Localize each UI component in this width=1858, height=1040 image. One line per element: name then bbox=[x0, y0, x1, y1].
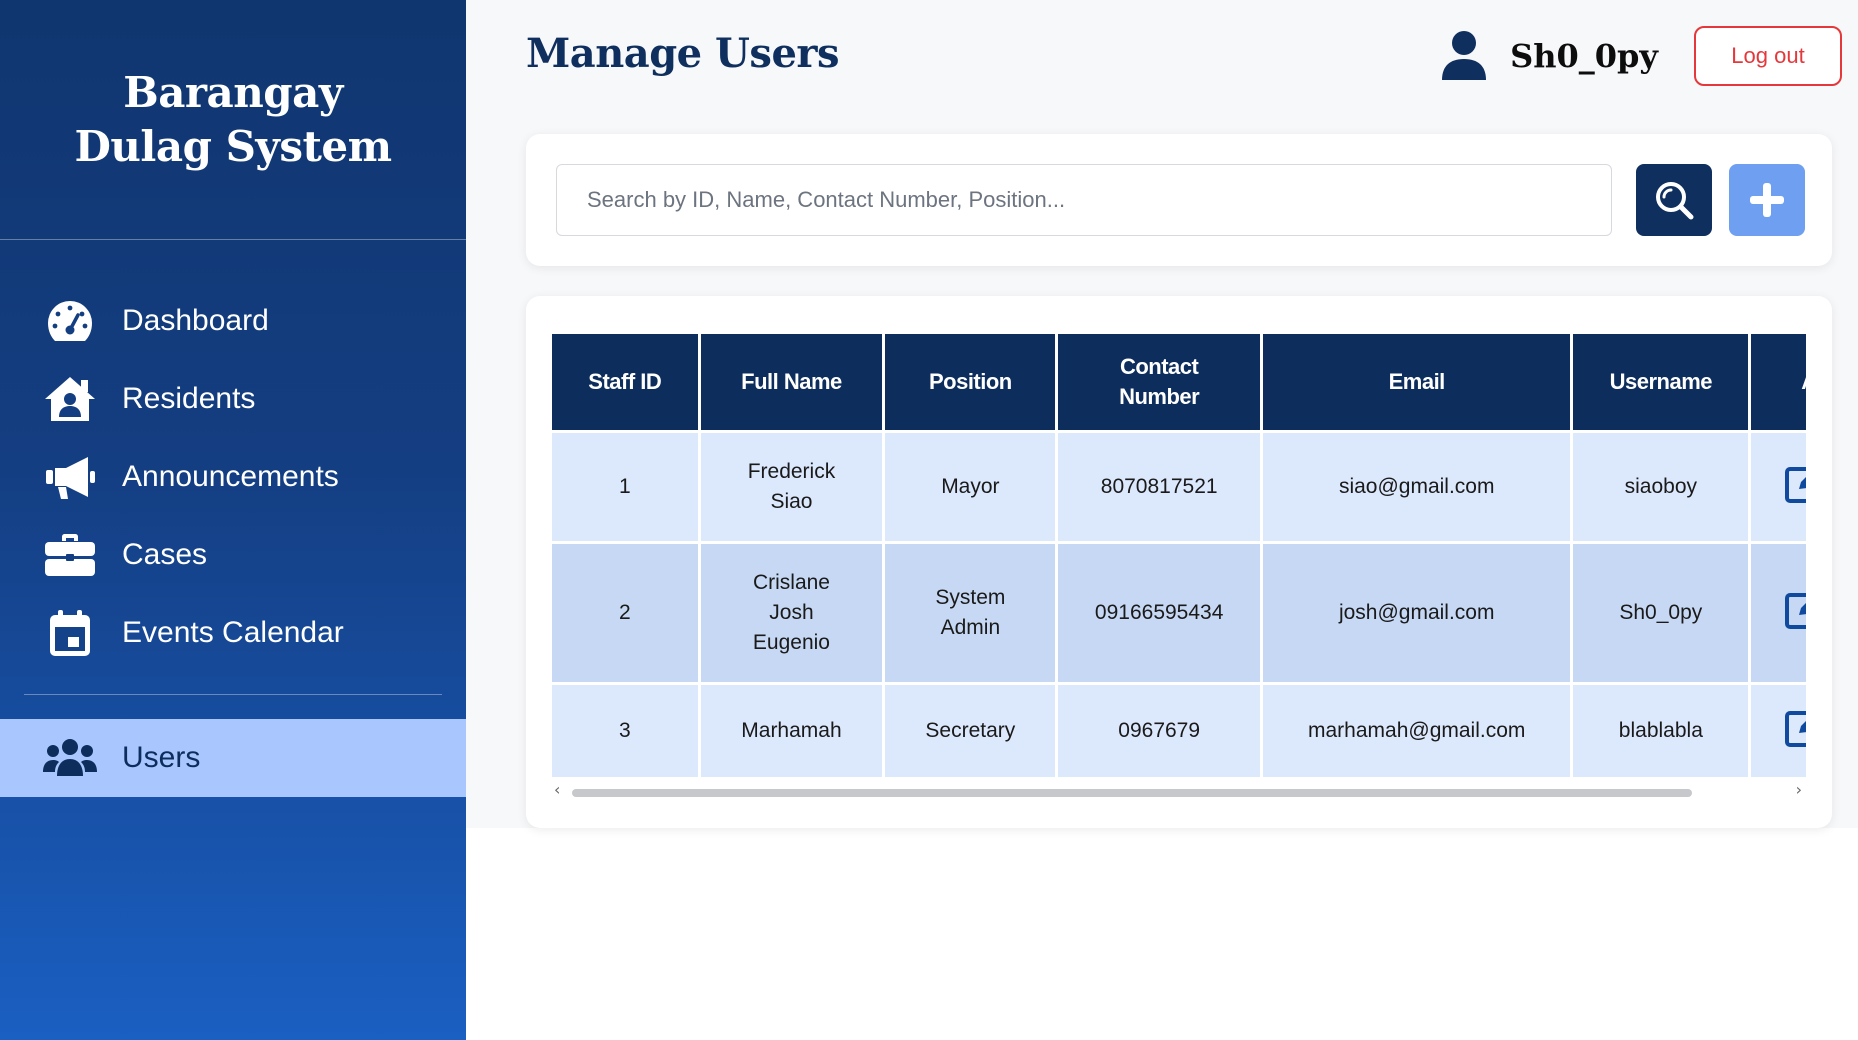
sidebar-item-announcements[interactable]: Announcements bbox=[0, 438, 466, 516]
sidebar-item-label: Cases bbox=[122, 538, 208, 571]
sidebar-item-events-calendar[interactable]: Events Calendar bbox=[0, 594, 466, 672]
column-header-position[interactable]: Position bbox=[885, 334, 1056, 430]
cell-full-name: Marhamah bbox=[700, 685, 883, 777]
table-row: 2 Crislane Josh Eugenio System Admin 091… bbox=[552, 544, 1806, 682]
cell-username: blablabla bbox=[1573, 685, 1749, 777]
column-header-staff-id[interactable]: Staff ID bbox=[552, 334, 698, 430]
add-user-button[interactable] bbox=[1729, 164, 1805, 236]
house-user-icon bbox=[42, 371, 98, 427]
briefcase-icon bbox=[42, 527, 98, 583]
sidebar: Barangay Dulag System Dashboard Resident… bbox=[0, 0, 466, 1040]
scroll-left-arrow-icon[interactable]: ‹ bbox=[554, 780, 560, 799]
edit-icon[interactable] bbox=[1785, 463, 1806, 503]
edit-icon[interactable] bbox=[1785, 589, 1806, 629]
cell-staff-id: 1 bbox=[552, 433, 698, 541]
sidebar-item-label: Residents bbox=[122, 382, 256, 415]
cell-email: josh@gmail.com bbox=[1262, 544, 1571, 682]
table-row: 3 Marhamah Secretary 0967679 marhamah@gm… bbox=[552, 685, 1806, 777]
cell-actions bbox=[1751, 433, 1806, 541]
sidebar-item-label: Users bbox=[122, 741, 201, 774]
search-input[interactable] bbox=[556, 164, 1612, 236]
page-title: Manage Users bbox=[526, 30, 839, 77]
cell-username: Sh0_0py bbox=[1573, 544, 1749, 682]
sidebar-item-label: Events Calendar bbox=[122, 616, 344, 649]
users-icon bbox=[42, 730, 98, 786]
sidebar-item-label: Dashboard bbox=[122, 304, 269, 337]
plus-icon bbox=[1750, 183, 1784, 217]
user-icon bbox=[1440, 30, 1488, 82]
column-header-email[interactable]: Email bbox=[1262, 334, 1571, 430]
edit-icon[interactable] bbox=[1785, 707, 1806, 747]
logout-button[interactable]: Log out bbox=[1694, 26, 1842, 86]
cell-actions bbox=[1751, 544, 1806, 682]
users-table-card: Staff ID Full Name Position Contact Numb… bbox=[526, 296, 1832, 828]
gauge-icon bbox=[42, 293, 98, 349]
search-icon bbox=[1656, 182, 1694, 220]
brand-title: Barangay Dulag System bbox=[74, 67, 392, 171]
cell-staff-id: 3 bbox=[552, 685, 698, 777]
cell-position: Secretary bbox=[885, 685, 1056, 777]
sidebar-item-residents[interactable]: Residents bbox=[0, 360, 466, 438]
column-header-full-name[interactable]: Full Name bbox=[700, 334, 883, 430]
sidebar-item-users[interactable]: Users bbox=[0, 719, 466, 797]
nav-divider bbox=[24, 694, 442, 695]
cell-position: Mayor bbox=[885, 433, 1056, 541]
column-header-username[interactable]: Username bbox=[1573, 334, 1749, 430]
cell-staff-id: 2 bbox=[552, 544, 698, 682]
scroll-right-arrow-icon[interactable]: › bbox=[1796, 780, 1802, 799]
table-header-row: Staff ID Full Name Position Contact Numb… bbox=[552, 334, 1806, 430]
brand: Barangay Dulag System bbox=[0, 0, 466, 240]
horizontal-scrollbar[interactable]: ‹ › bbox=[552, 780, 1806, 800]
table-row: 1 Frederick Siao Mayor 8070817521 siao@g… bbox=[552, 433, 1806, 541]
users-table: Staff ID Full Name Position Contact Numb… bbox=[552, 334, 1806, 778]
scrollbar-thumb[interactable] bbox=[572, 789, 1692, 797]
cell-actions bbox=[1751, 685, 1806, 777]
cell-contact-number: 09166595434 bbox=[1058, 544, 1260, 682]
column-header-contact-number[interactable]: Contact Number bbox=[1058, 334, 1260, 430]
main-content: Manage Users Sh0_0py Log out Search by I… bbox=[466, 0, 1858, 828]
megaphone-icon bbox=[42, 449, 98, 505]
cell-contact-number: 8070817521 bbox=[1058, 433, 1260, 541]
sidebar-item-cases[interactable]: Cases bbox=[0, 516, 466, 594]
user-area: Sh0_0py Log out bbox=[1440, 26, 1842, 86]
cell-full-name: Frederick Siao bbox=[700, 433, 883, 541]
cell-contact-number: 0967679 bbox=[1058, 685, 1260, 777]
cell-username: siaoboy bbox=[1573, 433, 1749, 541]
cell-full-name: Crislane Josh Eugenio bbox=[700, 544, 883, 682]
sidebar-item-label: Announcements bbox=[122, 460, 339, 493]
column-header-actions[interactable]: Actions bbox=[1751, 334, 1806, 430]
table-scroll-area[interactable]: Staff ID Full Name Position Contact Numb… bbox=[552, 334, 1806, 778]
cell-email: marhamah@gmail.com bbox=[1262, 685, 1571, 777]
cell-position: System Admin bbox=[885, 544, 1056, 682]
calendar-icon bbox=[42, 605, 98, 661]
sidebar-nav: Dashboard Residents Announcements Cases … bbox=[0, 240, 466, 797]
current-username: Sh0_0py bbox=[1510, 37, 1658, 75]
search-card bbox=[526, 134, 1832, 266]
sidebar-item-dashboard[interactable]: Dashboard bbox=[0, 282, 466, 360]
search-button[interactable] bbox=[1636, 164, 1712, 236]
cell-email: siao@gmail.com bbox=[1262, 433, 1571, 541]
